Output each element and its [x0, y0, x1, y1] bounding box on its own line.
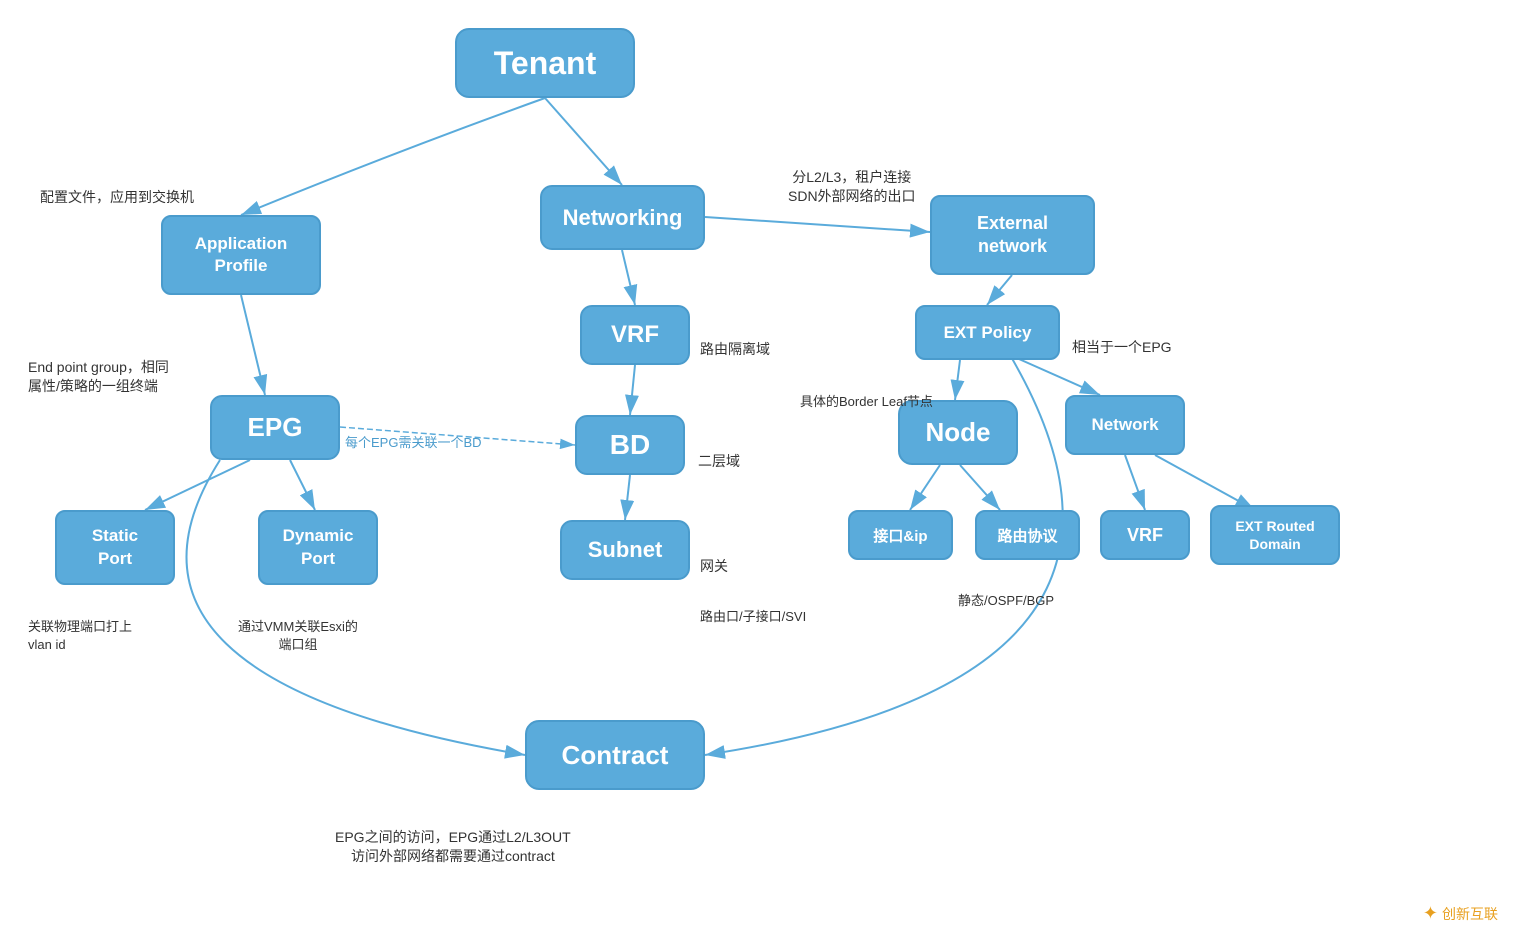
label-dynamic-port-desc: 通过VMM关联Esxi的 端口组 — [238, 600, 358, 655]
node-application-profile: Application Profile — [161, 215, 321, 295]
arrows-svg — [0, 0, 1518, 936]
label-ext-network-desc: 分L2/L3，租户连接 SDN外部网络的出口 — [788, 148, 916, 207]
diagram-container: Tenant Application Profile Networking Ex… — [0, 0, 1518, 936]
node-ext-policy: EXT Policy — [915, 305, 1060, 360]
label-contract-desc: EPG之间的访问，EPG通过L2/L3OUT 访问外部网络都需要通过contra… — [335, 808, 571, 867]
label-route-types: 路由口/子接口/SVI — [700, 590, 806, 626]
node-contract: Contract — [525, 720, 705, 790]
label-static-port-desc: 关联物理端口打上 vlan id — [28, 600, 132, 655]
label-ext-policy-desc: 相当于一个EPG — [1072, 318, 1172, 357]
node-vrf-right: VRF — [1100, 510, 1190, 560]
node-static-port: Static Port — [55, 510, 175, 585]
node-epg: EPG — [210, 395, 340, 460]
node-subnet: Subnet — [560, 520, 690, 580]
label-epg-desc: End point group，相同 属性/策略的一组终端 — [28, 338, 169, 397]
node-dynamic-port: Dynamic Port — [258, 510, 378, 585]
label-routing-protocol-desc: 静态/OSPF/BGP — [958, 574, 1054, 610]
node-networking: Networking — [540, 185, 705, 250]
node-bd: BD — [575, 415, 685, 475]
label-bd-desc: 二层域 — [698, 432, 740, 471]
label-node-desc: 具体的Border Leaf节点 — [800, 375, 933, 411]
node-routing-protocol: 路由协议 — [975, 510, 1080, 560]
label-epg-to-bd: 每个EPG需关联一个BD — [345, 416, 482, 452]
node-external-network: External network — [930, 195, 1095, 275]
label-ap-desc: 配置文件，应用到交换机 — [40, 168, 194, 207]
watermark: ✦ 创新互联 — [1423, 903, 1498, 924]
node-ext-routed-domain: EXT Routed Domain — [1210, 505, 1340, 565]
label-vrf-desc: 路由隔离域 — [700, 320, 770, 359]
watermark-icon: ✦ — [1423, 903, 1438, 924]
label-subnet-desc: 网关 — [700, 537, 728, 576]
node-vrf-left: VRF — [580, 305, 690, 365]
node-interface-ip: 接口&ip — [848, 510, 953, 560]
node-network: Network — [1065, 395, 1185, 455]
node-tenant: Tenant — [455, 28, 635, 98]
